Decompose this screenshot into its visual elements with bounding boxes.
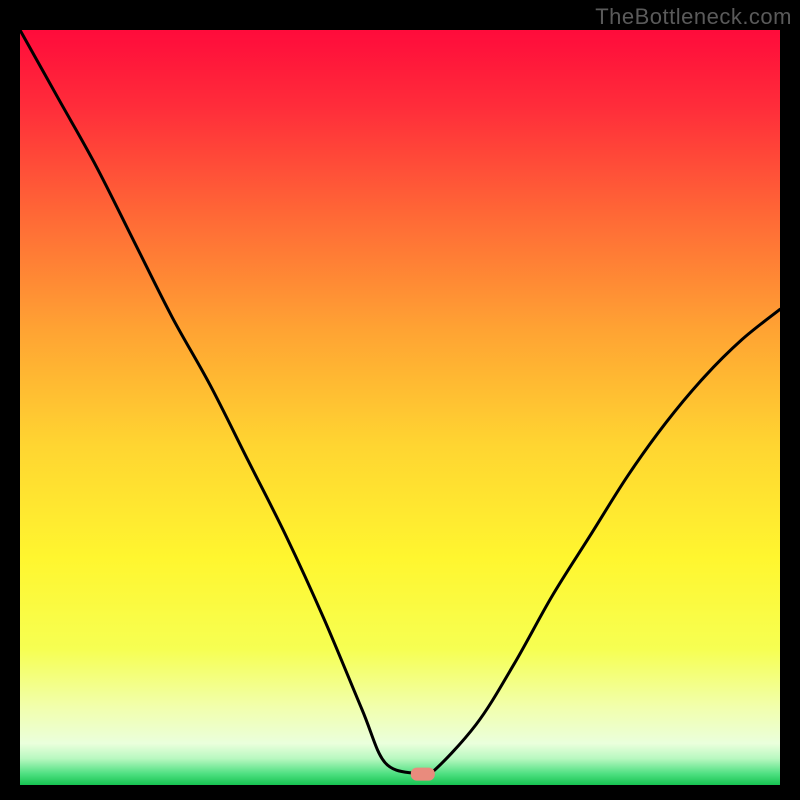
min-marker xyxy=(411,768,435,781)
chart-background xyxy=(20,30,780,785)
attribution-text: TheBottleneck.com xyxy=(595,4,792,30)
chart-svg xyxy=(20,30,780,785)
bottleneck-chart xyxy=(20,30,780,785)
